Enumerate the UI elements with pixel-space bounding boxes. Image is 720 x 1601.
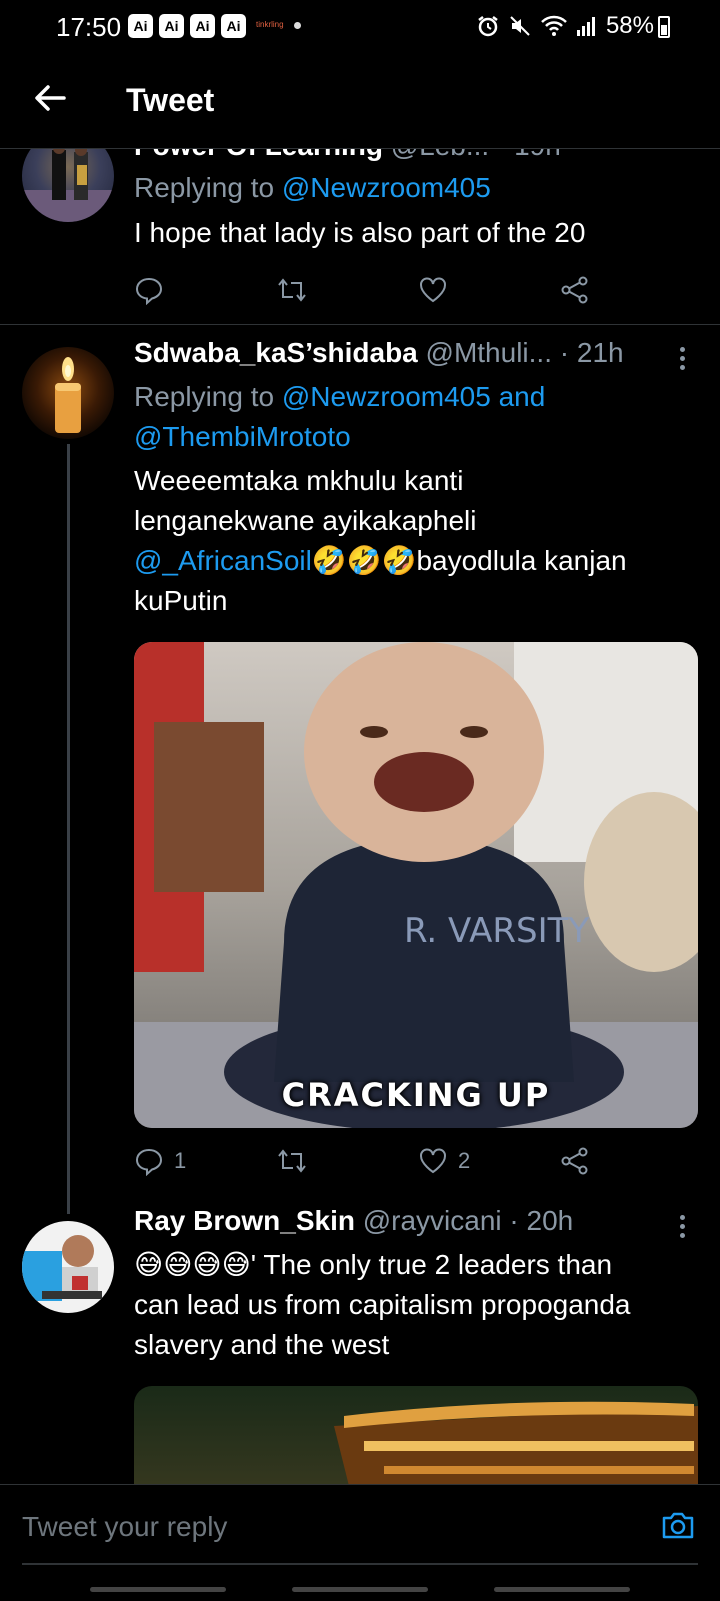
handle[interactable]: @Mthuli... [426,337,552,368]
candle-avatar-image [55,357,81,433]
tweet-text: 😅😅😅😅' The only true 2 leaders than can l… [134,1245,684,1365]
top-app-bar: Tweet [0,56,720,149]
app-notification-icon: Ai [190,14,215,38]
replying-to-prefix: Replying to [134,381,282,412]
nav-bar-recents[interactable] [90,1587,226,1592]
tweet-text: I hope that lady is also part of the 20 [134,217,586,248]
app-notification-icon: Ai [159,14,184,38]
replying-to: Replying to @Newzroom405 and @ThembiMrot… [134,377,684,457]
laughing-baby-image: R. VARSITY [134,642,698,1128]
like-button[interactable]: 2 [418,1141,470,1181]
share-icon [561,1147,588,1175]
status-right: 58% [476,12,654,40]
retweet-icon [278,278,306,302]
reply-button[interactable]: 1 [134,1141,186,1181]
status-bar: 17:50 Ai Ai Ai Ai tinkrling 58% [0,0,720,56]
alarm-icon [478,16,498,37]
tweet-actions [134,270,614,310]
tweet-text-line: kuPutin [134,585,228,616]
camera-icon[interactable] [660,1507,696,1543]
signal-icon [576,17,595,36]
reply-icon [135,277,163,305]
avatar[interactable] [22,1221,114,1313]
avatar[interactable] [22,347,114,439]
display-name[interactable]: Sdwaba_kaS’shidaba [134,337,418,368]
emoji-sweat-smile: 😅😅😅😅 [134,1249,251,1280]
app-notification-icon: Ai [128,14,153,38]
like-button[interactable] [418,270,448,310]
tweet-actions: 1 2 [134,1141,614,1181]
tweet-meta: Ray Brown_Skin @rayvicani · 20h [134,1205,680,1237]
reply-button[interactable] [134,270,164,310]
share-button[interactable] [560,1141,590,1181]
more-options-button[interactable] [680,1215,686,1239]
nav-bar-back[interactable] [494,1587,630,1592]
handle[interactable]: @rayvicani [363,1205,502,1236]
replying-to: Replying to @Newzroom405 [134,168,684,208]
status-time: 17:50 [56,12,122,42]
replying-to-link[interactable]: @Newzroom405 [282,172,491,203]
heart-icon [420,277,446,303]
battery-icon [658,16,670,38]
display-name[interactable]: Ray Brown_Skin [134,1205,355,1236]
heart-icon [420,1148,446,1174]
svg-text:R. VARSITY: R. VARSITY [404,911,589,951]
tweet-reply[interactable]: Sdwaba_kaS’shidaba @Mthuli... · 21h Repl… [0,325,720,1205]
tweet-text-line: bayodlula kanjan [416,545,627,576]
timestamp: · 20h [509,1205,574,1236]
battery-percent: 58% [605,12,654,39]
more-notifications-dot [294,22,301,29]
small-app-icon: tinkrling [256,20,284,29]
notification-chips: Ai Ai Ai Ai [128,14,246,38]
replying-to-prefix: Replying to [134,172,282,203]
more-options-button[interactable] [680,347,686,371]
page-title: Tweet [126,82,215,118]
share-icon [561,276,588,304]
tweet-text-line: can lead us from capitalism propoganda [134,1289,631,1320]
replying-to-link[interactable]: @Newzroom405 and [282,381,545,412]
emoji-rofl: 🤣🤣🤣 [311,545,417,576]
tweet-meta: Sdwaba_kaS’shidaba @Mthuli... · 21h [134,337,680,369]
retweet-button[interactable] [276,270,308,310]
reply-composer: Tweet your reply [0,1484,720,1601]
nav-bar-home[interactable] [292,1587,428,1592]
tweet-reply-input[interactable]: Tweet your reply [22,1511,227,1543]
back-arrow-icon[interactable] [30,78,70,118]
avatar-image [22,1235,102,1301]
retweet-icon [278,1149,306,1173]
replying-to-link[interactable]: @ThembiMrototo [134,421,351,452]
gif-caption: CRACKING UP [281,1076,551,1114]
timestamp: · 21h [559,337,624,368]
app-notification-icon: Ai [221,14,246,38]
mute-icon [510,16,530,36]
wifi-icon [541,15,567,36]
tweet-text: Weeeemtaka mkhulu kanti lenganekwane ayi… [134,461,684,621]
tweet-text-line: slavery and the west [134,1329,390,1360]
like-count: 2 [458,1148,471,1173]
reply-icon [135,1148,163,1176]
tweet-text-line: ' The only true 2 leaders than [250,1249,613,1280]
reply-count: 1 [174,1148,187,1173]
input-underline [22,1563,698,1565]
tweet-text-line: lenganekwane ayikakapheli [134,505,477,536]
tweet-media-gif[interactable]: R. VARSITY CRACKING UP [134,642,698,1128]
share-button[interactable] [560,270,590,310]
mention-link[interactable]: @_AfricanSoil [134,545,312,576]
retweet-button[interactable] [276,1141,308,1181]
tweet-reply[interactable]: Ray Brown_Skin @rayvicani · 20h 😅😅😅😅' Th… [0,1205,720,1506]
tweet-text-line: Weeeemtaka mkhulu kanti [134,465,464,496]
